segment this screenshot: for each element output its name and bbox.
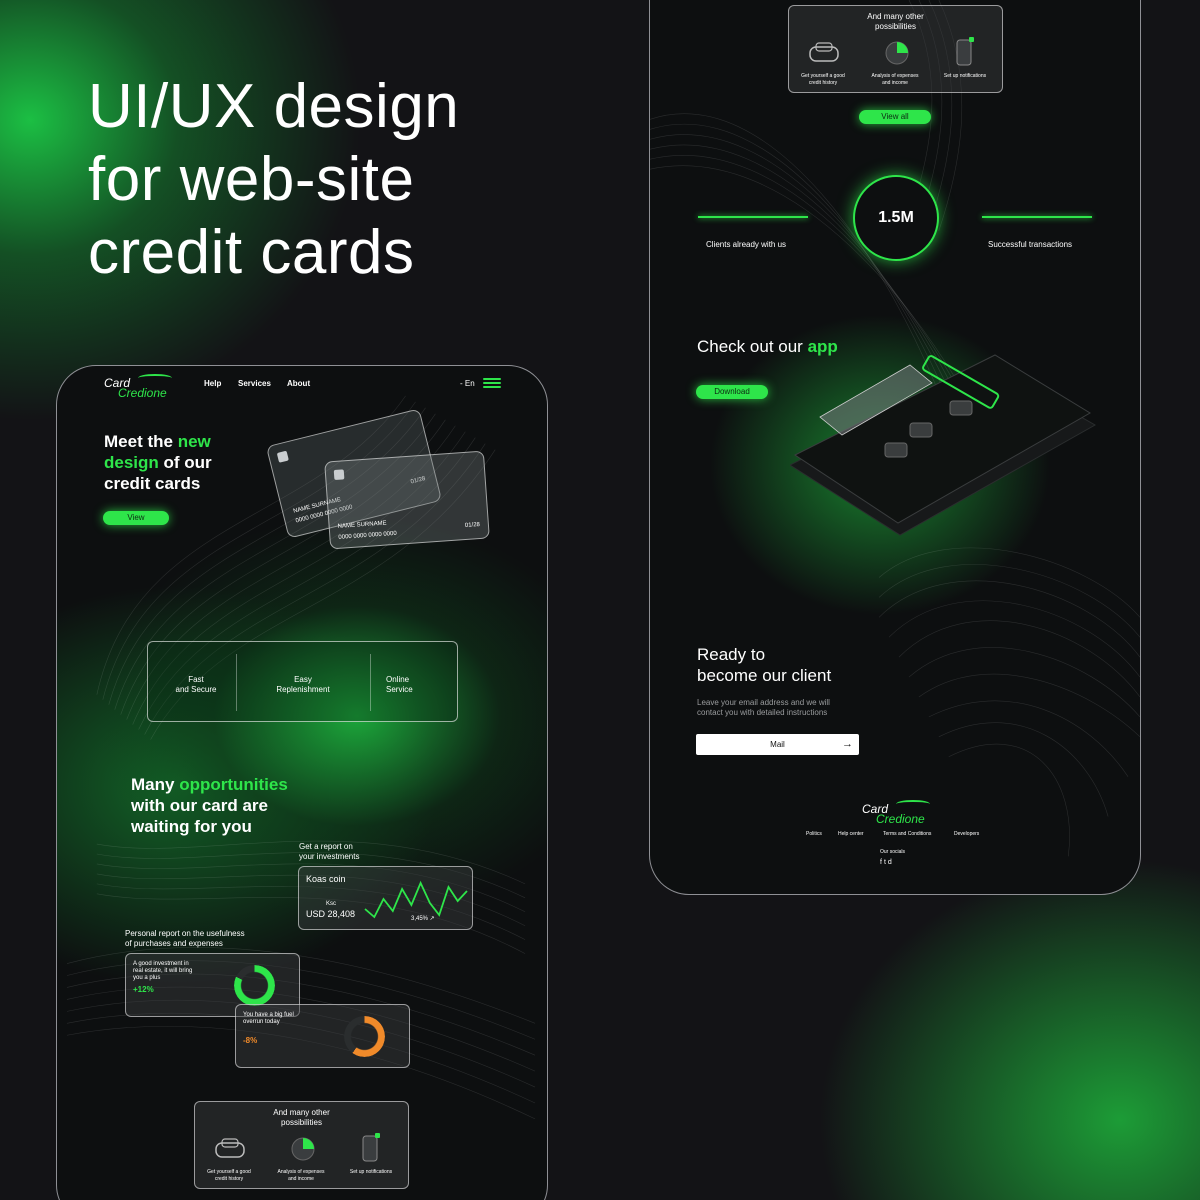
car-icon bbox=[809, 42, 839, 62]
possibility-expense-analysis: Analysis of expenses and income bbox=[277, 1169, 325, 1182]
report-caption: Personal report on the usefulness of purc… bbox=[125, 929, 245, 948]
view-all-button[interactable]: View all bbox=[859, 110, 931, 124]
discord-icon[interactable]: d bbox=[888, 859, 894, 866]
pie-chart-icon bbox=[291, 1137, 315, 1161]
intro-line-2b: of our bbox=[158, 453, 212, 472]
logo-swoosh-icon bbox=[138, 374, 172, 382]
download-button[interactable]: Download bbox=[696, 385, 768, 399]
feature-divider bbox=[236, 654, 237, 711]
card-front-name: NAME SURNAME bbox=[337, 520, 387, 530]
investment-report-card[interactable]: Koas coin Ksc USD 28,408 3,45% ↗ bbox=[298, 866, 473, 930]
fuel-overrun-text: You have a big fuel overrun today bbox=[243, 1012, 294, 1025]
possibility-notifications: Set up notifications bbox=[349, 1169, 393, 1175]
coin-name: Koas coin bbox=[306, 874, 346, 884]
intro-line-1a: Meet the bbox=[104, 432, 178, 451]
view-button[interactable]: View bbox=[103, 511, 169, 525]
phone-app-illustration bbox=[790, 354, 1097, 536]
social-icons: ftd bbox=[880, 859, 894, 866]
nav-link-services[interactable]: Services bbox=[238, 379, 271, 388]
feature-easy-replenishment: Easy Replenishment bbox=[276, 675, 330, 694]
opportunities-line-1a: Many bbox=[131, 775, 180, 794]
cta-heading: Ready to become our client bbox=[697, 645, 832, 685]
footer-socials-label: Our socials bbox=[880, 849, 906, 855]
hero-title: UI/UX design for web-site credit cards bbox=[88, 70, 588, 289]
footer-logo[interactable]: Card Credione bbox=[862, 800, 930, 825]
opportunities-line-3: waiting for you bbox=[131, 817, 252, 836]
card-chip-icon bbox=[333, 469, 345, 481]
opportunities-line-2: with our card are bbox=[131, 796, 268, 815]
stats-counter: 1.5M bbox=[853, 175, 939, 261]
coin-sparkline-chart bbox=[364, 880, 468, 919]
possibilities-title: And many other possibilities bbox=[273, 1108, 330, 1127]
website-mockup-home: Card Credione Help Services About - En M… bbox=[56, 365, 548, 1200]
brand-logo[interactable]: Card Credione bbox=[104, 374, 172, 399]
intro-line-1b: new bbox=[177, 432, 211, 451]
possibilities-card: And many other possibilities Get yourself… bbox=[194, 1101, 409, 1189]
arrow-right-icon[interactable]: → bbox=[842, 734, 853, 755]
good-investment-text: A good investment in real estate, it will… bbox=[133, 961, 193, 981]
card-chip-icon bbox=[276, 450, 289, 463]
hero-title-line-2: for web-site bbox=[88, 145, 415, 214]
fuel-overrun-value: -8% bbox=[243, 1036, 258, 1045]
possibility-expense-analysis: Analysis of expenses and income bbox=[871, 73, 919, 86]
footer-link-politics[interactable]: Politics bbox=[806, 831, 822, 837]
possibility-credit-history: Get yourself a good credit history bbox=[801, 73, 845, 86]
pie-chart-icon bbox=[885, 41, 909, 65]
card-front-number: 0000 0000 0000 0000 bbox=[338, 530, 397, 541]
mail-placeholder: Mail bbox=[770, 740, 785, 749]
footer-link-developers[interactable]: Developers bbox=[954, 831, 979, 837]
possibility-credit-history: Get yourself a good credit history bbox=[207, 1169, 251, 1182]
hamburger-menu-icon[interactable] bbox=[483, 378, 501, 388]
stat-transactions-label: Successful transactions bbox=[988, 240, 1073, 249]
footer-link-help-center[interactable]: Help center bbox=[838, 831, 864, 837]
feature-fast-secure: Fast and Secure bbox=[175, 675, 217, 694]
mail-input[interactable]: Mail → bbox=[696, 734, 859, 755]
language-label: En bbox=[464, 379, 475, 388]
possibilities-card: And many other possibilities Get yourself… bbox=[788, 5, 1003, 93]
nav-link-help[interactable]: Help bbox=[204, 379, 221, 388]
possibilities-title: And many other possibilities bbox=[867, 12, 924, 31]
good-investment-donut bbox=[234, 965, 275, 1006]
coin-ticker: Ksc bbox=[326, 901, 337, 907]
phone-notification-icon bbox=[956, 37, 974, 66]
footer-link-terms[interactable]: Terms and Conditions bbox=[883, 831, 931, 837]
opportunities-line-1b: opportunities bbox=[179, 775, 288, 794]
card-front-expiry: 01/28 bbox=[464, 521, 481, 530]
language-selector[interactable]: - En bbox=[460, 379, 475, 388]
stat-line-right bbox=[982, 216, 1092, 218]
cta-description: Leave your email address and we will cont… bbox=[697, 698, 830, 717]
fuel-overrun-card[interactable]: You have a big fuel overrun today -8% bbox=[235, 1004, 410, 1068]
car-icon bbox=[215, 1138, 245, 1158]
features-panel: Fast and Secure Easy Replenishment Online S… bbox=[147, 641, 458, 722]
nav-link-about[interactable]: About bbox=[287, 379, 310, 388]
stat-line-left bbox=[698, 216, 808, 218]
website-mockup-continued: And many other possibilities Get yourself… bbox=[649, 0, 1141, 895]
hero-title-line-1: UI/UX design bbox=[88, 72, 460, 141]
intro-line-3: credit cards bbox=[104, 474, 201, 493]
logo-swoosh-icon bbox=[896, 800, 930, 808]
hero-title-line-3: credit cards bbox=[88, 218, 415, 287]
intro-line-2a: design bbox=[104, 453, 159, 472]
opportunities-heading: Many opportunities with our card are wai… bbox=[131, 774, 288, 837]
coin-value: USD 28,408 bbox=[306, 909, 356, 919]
feature-online-service: Online Service bbox=[386, 675, 413, 694]
investment-caption: Get a report on your investments bbox=[299, 842, 360, 861]
feature-divider bbox=[370, 654, 371, 711]
possibility-notifications: Set up notifications bbox=[943, 73, 987, 79]
stat-clients-label: Clients already with us bbox=[706, 240, 787, 249]
phone-notification-icon bbox=[362, 1133, 380, 1162]
credit-card-front: NAME SURNAME 0000 0000 0000 0000 01/28 bbox=[324, 450, 490, 550]
fuel-overrun-donut bbox=[344, 1016, 385, 1057]
good-investment-value: +12% bbox=[133, 985, 154, 994]
intro-heading: Meet the new design of our credit cards bbox=[104, 431, 212, 494]
